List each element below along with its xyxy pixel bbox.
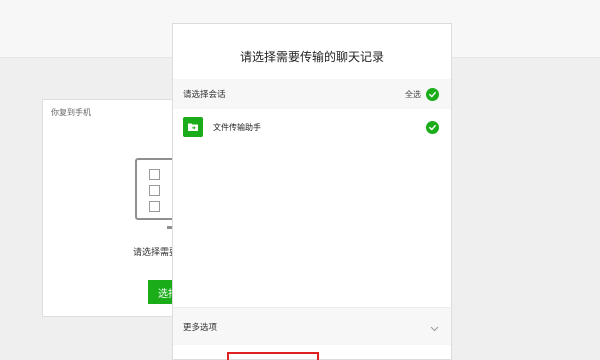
more-options-label: 更多选项 xyxy=(183,322,218,333)
section-header: 请选择会话 全选 xyxy=(173,79,451,109)
chat-item[interactable]: 文件传输助手 xyxy=(173,109,451,145)
check-icon[interactable] xyxy=(426,87,439,101)
select-all-label: 全选 xyxy=(405,89,421,99)
back-dialog-title: 你复到手机 xyxy=(51,108,91,117)
section-label: 请选择会话 xyxy=(183,90,226,100)
monitor-cell xyxy=(149,185,160,196)
monitor-cell xyxy=(149,201,160,212)
folder-icon xyxy=(183,117,203,137)
check-icon[interactable] xyxy=(426,120,439,134)
monitor-cell xyxy=(149,169,160,180)
chevron-down-icon[interactable] xyxy=(430,317,439,336)
more-options[interactable]: 更多选项 xyxy=(173,307,451,345)
select-all-toggle[interactable]: 全选 xyxy=(405,87,439,101)
dialog-title: 请选择需要传输的聊天记录 xyxy=(239,50,384,64)
chat-name: 文件传输助手 xyxy=(213,122,261,132)
transfer-dialog: 请选择需要传输的聊天记录 请选择会话 全选 文件传输助手 更多选项 xyxy=(172,23,452,360)
highlight-box xyxy=(227,352,319,360)
